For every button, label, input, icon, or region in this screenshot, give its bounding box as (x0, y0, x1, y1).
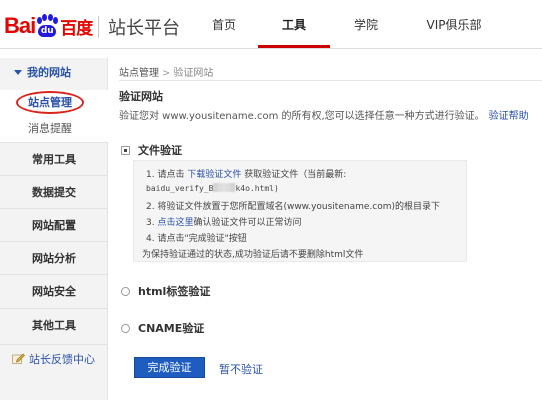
sidebar-group-my-sites[interactable]: 我的网站 (0, 58, 108, 88)
logo-divider (98, 16, 99, 38)
filename-end: k4o.html) (235, 184, 279, 193)
breadcrumb-root[interactable]: 站点管理 (119, 68, 159, 79)
logo-text-bai: Bai (4, 13, 36, 38)
radio-file-verify[interactable] (121, 145, 130, 155)
baidu-paw-icon: du (36, 14, 59, 38)
verify-help-link[interactable]: 验证帮助 (489, 111, 529, 122)
sidebar-group-label: 我的网站 (27, 66, 71, 79)
sidebar-item-message-reminder[interactable]: 消息提醒 (0, 116, 108, 142)
radio-html-tag-verify[interactable] (121, 286, 130, 296)
sidebar-item-site-analysis[interactable]: 网站分析 (0, 241, 108, 274)
breadcrumb-current: 验证网站 (173, 68, 214, 79)
step-1-suffix: 获取验证文件（当前最新: (244, 170, 347, 180)
sidebar-item-data-submit[interactable]: 数据提交 (0, 175, 108, 208)
breadcrumb-divider (119, 80, 542, 81)
file-verify-instructions: 1. 请点击 下载验证文件 获取验证文件（当前最新: baidu_verify_… (133, 160, 467, 262)
nav-home[interactable]: 首页 (190, 4, 258, 48)
logo-text-du: du (38, 25, 57, 37)
header: Bai du 百度 站长平台 首页 工具 学院 VIP俱乐部 (0, 4, 542, 48)
baidu-logo[interactable]: Bai du 百度 (4, 10, 93, 42)
complete-verify-button[interactable]: 完成验证 (134, 357, 205, 378)
section-title: 验证网站 (119, 90, 163, 103)
triangle-down-icon (14, 70, 22, 75)
step-1: 1. 请点击 下载验证文件 获取验证文件（当前最新: (146, 167, 346, 180)
verify-filename: baidu_verify_B k4o.html) (146, 183, 279, 193)
sidebar-item-site-security[interactable]: 网站安全 (0, 274, 108, 307)
description-text: 验证您对 www.yousitename.com 的所有权,您可以选择任意一种方… (119, 111, 485, 122)
header-divider (0, 48, 542, 49)
step-4: 4. 请点击"完成验证"按钮 (146, 234, 247, 244)
breadcrumb: 站点管理 > 验证网站 (119, 64, 213, 79)
step-1-prefix: 1. 请点击 (146, 170, 185, 180)
download-verify-file-link[interactable]: 下载验证文件 (187, 170, 241, 180)
click-here-link[interactable]: 点击这里 (157, 218, 193, 228)
main-content: 站点管理 > 验证网站 验证网站 验证您对 www.yousitename.com … (109, 58, 542, 400)
top-nav: 首页 工具 学院 VIP俱乐部 (190, 4, 506, 48)
logo-text-cn: 百度 (60, 18, 93, 39)
verify-description: 验证您对 www.yousitename.com 的所有权,您可以选择任意一种方… (119, 107, 529, 122)
filename-start: baidu_verify_B (146, 184, 214, 193)
breadcrumb-separator: > (162, 68, 171, 79)
sidebar: 我的网站 站点管理 消息提醒 常用工具 数据提交 网站配置 网站分析 网站安全 … (0, 58, 108, 400)
sidebar-item-common-tools[interactable]: 常用工具 (0, 142, 108, 175)
skip-verify-link[interactable]: 暂不验证 (219, 361, 263, 377)
nav-tools[interactable]: 工具 (258, 4, 330, 48)
radio-cname-verify[interactable] (121, 323, 130, 333)
option-cname-verify[interactable]: CNAME验证 (121, 320, 204, 336)
step-3: 3. 点击这里确认验证文件可以正常访问 (146, 215, 302, 228)
verify-note: 为保持验证通过的状态,成功验证后请不要删除html文件 (142, 250, 364, 260)
pencil-edit-icon (12, 353, 25, 364)
sidebar-item-other-tools[interactable]: 其他工具 (0, 308, 108, 341)
sidebar-feedback-link[interactable]: 站长反馈中心 (0, 344, 108, 374)
option-file-verify[interactable]: 文件验证 (121, 142, 182, 158)
red-highlight-circle (16, 91, 84, 114)
redacted-blur (213, 183, 236, 192)
option-html-tag-label: html标签验证 (138, 285, 211, 298)
option-file-verify-label: 文件验证 (138, 144, 182, 157)
nav-vip-club[interactable]: VIP俱乐部 (402, 4, 506, 48)
step-2: 2. 将验证文件放置于您所配置域名(www.yousitename.com)的根… (146, 202, 440, 212)
site-title[interactable]: 站长平台 (108, 14, 180, 40)
option-cname-label: CNAME验证 (138, 322, 205, 335)
nav-academy[interactable]: 学院 (330, 4, 402, 48)
sidebar-item-site-config[interactable]: 网站配置 (0, 208, 108, 241)
feedback-label: 站长反馈中心 (29, 353, 95, 366)
step-3-suffix: 确认验证文件可以正常访问 (193, 218, 302, 228)
step-3-prefix: 3. (146, 218, 155, 228)
option-html-tag-verify[interactable]: html标签验证 (121, 283, 210, 299)
